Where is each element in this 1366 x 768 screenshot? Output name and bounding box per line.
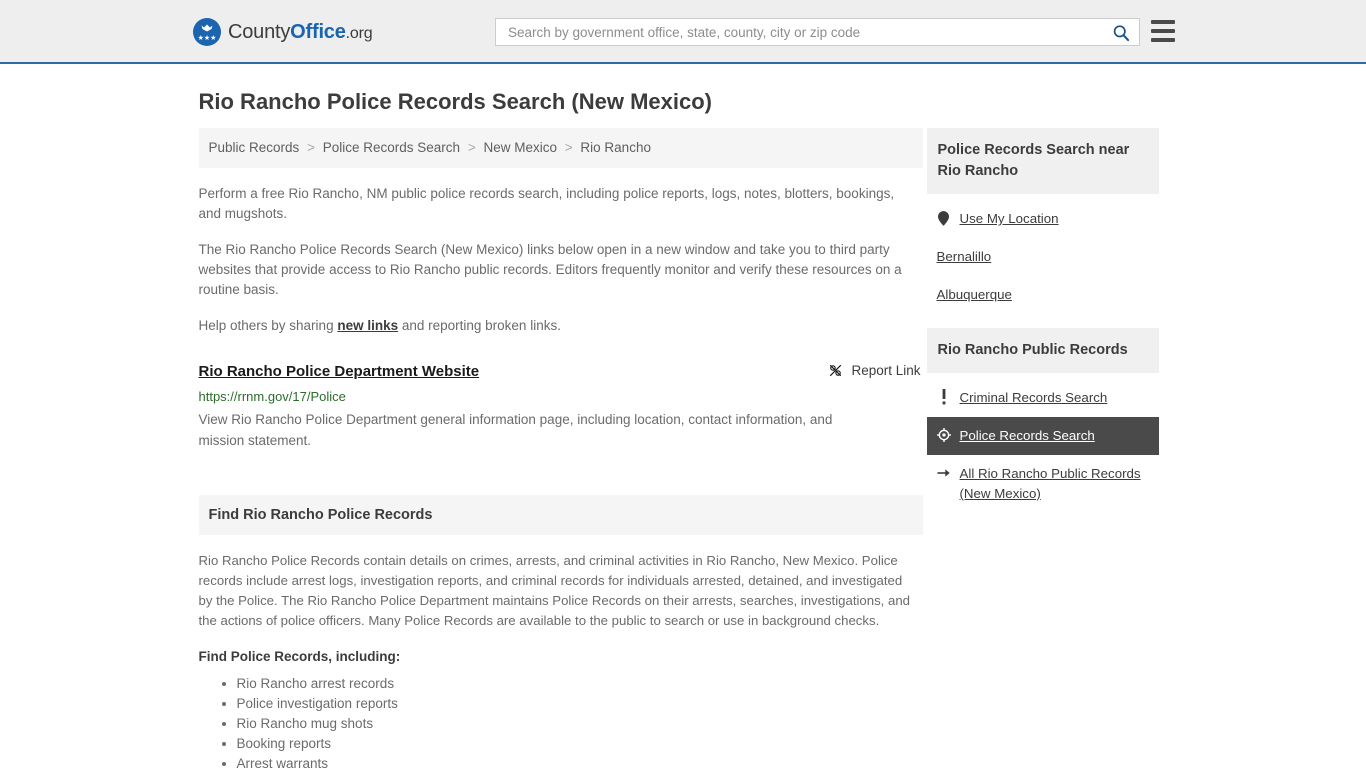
result-title-link[interactable]: Rio Rancho Police Department Website [199, 362, 480, 382]
list-item: Rio Rancho mug shots [237, 714, 923, 734]
find-records-list-heading: Find Police Records, including: [198, 649, 401, 664]
widget-public-records: Rio Rancho Public Records Criminal Recor… [926, 328, 1159, 513]
sidebar-item-bernalillo[interactable]: Bernalillo [927, 238, 1159, 276]
widget-public-records-heading: Rio Rancho Public Records [926, 328, 1159, 373]
breadcrumb-item-public-records[interactable]: Public Records [209, 140, 300, 155]
sidebar-item-label: Albuquerque [936, 287, 1012, 302]
widget-nearby-heading: Police Records Search near Rio Rancho [926, 128, 1159, 194]
content-container: Rio Rancho Police Records Search (New Me… [191, 64, 1176, 768]
result-entry: Rio Rancho Police Department Website Rep… [199, 362, 923, 451]
search-icon[interactable] [1111, 23, 1131, 43]
help-suffix: and reporting broken links. [398, 318, 561, 333]
menu-bar-1 [1151, 20, 1175, 24]
exclamation-icon [937, 388, 951, 406]
sidebar-item-albuquerque[interactable]: Albuquerque [927, 276, 1159, 314]
logo-wordmark: CountyOffice.org [228, 20, 373, 44]
breadcrumb: Public Records > Police Records Search >… [198, 128, 923, 168]
columns: Public Records > Police Records Search >… [191, 128, 1176, 768]
breadcrumb-separator-1: > [307, 140, 315, 155]
result-header-row: Rio Rancho Police Department Website Rep… [199, 362, 923, 382]
eagle-icon [201, 24, 213, 32]
breadcrumb-item-new-mexico[interactable]: New Mexico [483, 140, 557, 155]
site-header: ★★★ CountyOffice.org [0, 0, 1366, 64]
search-area [495, 18, 1140, 46]
sidebar-item-label: Criminal Records Search [959, 390, 1108, 405]
widget-public-records-body: Criminal Records Search Police Records S… [926, 373, 1159, 513]
logo-text-office: Office [290, 20, 346, 43]
sidebar-item-label: Use My Location [959, 211, 1059, 226]
logo-stars: ★★★ [197, 35, 217, 42]
help-paragraph: Help others by sharing new links and rep… [199, 316, 923, 336]
widget-nearby-searches: Police Records Search near Rio Rancho Us… [926, 128, 1159, 314]
find-records-section-body: Rio Rancho Police Records contain detail… [198, 553, 911, 628]
help-prefix: Help others by sharing [198, 318, 338, 333]
search-input[interactable] [496, 19, 1139, 45]
menu-bar-2 [1151, 29, 1175, 33]
result-url: https://rrnm.gov/17/Police [198, 389, 346, 404]
crosshair-icon [936, 426, 951, 444]
list-item: Rio Rancho arrest records [237, 674, 923, 694]
breadcrumb-item-rio-rancho: Rio Rancho [580, 140, 651, 155]
record-types-list: Rio Rancho arrest records Police investi… [199, 674, 923, 768]
page-body: Rio Rancho Police Records Search (New Me… [0, 64, 1366, 768]
sidebar-item-police-records-search[interactable]: Police Records Search [926, 417, 1159, 455]
sidebar-item-label: All Rio Rancho Public Records (New Mexic… [959, 466, 1141, 501]
sidebar-item-all-public-records[interactable]: All Rio Rancho Public Records (New Mexic… [927, 455, 1159, 513]
intro-paragraph-1: Perform a free Rio Rancho, NM public pol… [198, 186, 895, 221]
broken-link-icon [830, 364, 842, 377]
intro-paragraph-2: The Rio Rancho Police Records Search (Ne… [198, 242, 902, 297]
sidebar-item-label: Bernalillo [936, 249, 992, 264]
list-item: Booking reports [237, 734, 923, 754]
report-link-button[interactable]: Report Link [827, 362, 921, 379]
breadcrumb-separator-3: > [564, 140, 573, 155]
hamburger-menu-icon[interactable] [1151, 20, 1175, 42]
arrow-right-icon [936, 464, 951, 482]
report-link-label: Report Link [851, 363, 921, 378]
site-logo[interactable]: ★★★ CountyOffice.org [193, 18, 373, 46]
widget-nearby-body: Use My Location Bernalillo Albuquerque [927, 194, 1159, 314]
breadcrumb-item-police-records-search[interactable]: Police Records Search [323, 140, 460, 155]
list-item: Arrest warrants [237, 754, 923, 768]
search-box[interactable] [495, 18, 1140, 46]
new-links-link[interactable]: new links [337, 318, 398, 333]
sidebar-item-use-my-location[interactable]: Use My Location [927, 200, 1159, 238]
eagle-emblem-icon: ★★★ [193, 18, 221, 46]
breadcrumb-separator-2: > [467, 140, 476, 155]
sidebar-item-criminal-records-search[interactable]: Criminal Records Search [927, 379, 1159, 417]
find-records-section-heading: Find Rio Rancho Police Records [198, 495, 923, 535]
sidebar-item-label: Police Records Search [959, 428, 1095, 443]
list-item: Police investigation reports [237, 694, 923, 714]
logo-text-county: County [228, 20, 291, 43]
logo-text-org: .org [345, 24, 373, 42]
menu-bar-3 [1151, 38, 1175, 42]
main-column: Public Records > Police Records Search >… [191, 128, 923, 768]
sidebar: Police Records Search near Rio Rancho Us… [926, 128, 1159, 513]
result-description: View Rio Rancho Police Department genera… [198, 412, 833, 448]
page-title: Rio Rancho Police Records Search (New Me… [198, 89, 712, 114]
map-pin-icon [937, 209, 951, 227]
